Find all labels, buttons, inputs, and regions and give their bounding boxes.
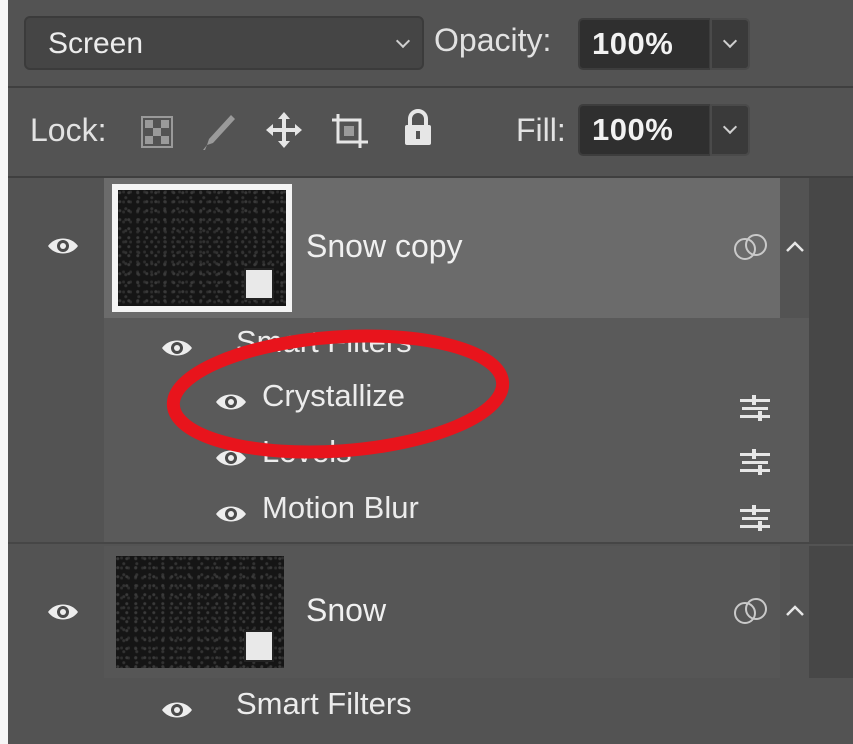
- divider: [8, 542, 853, 544]
- lock-image-pixels-icon[interactable]: [201, 112, 237, 152]
- chevron-down-icon: [395, 33, 411, 49]
- filter-motion-blur[interactable]: Motion Blur: [262, 490, 419, 526]
- layers-panel: Screen Opacity: 100% Lock: Fill: 100% Sn…: [8, 0, 853, 744]
- scrollbar[interactable]: [809, 546, 853, 678]
- chevron-down-icon: [722, 119, 738, 135]
- blend-mode-value: Screen: [48, 27, 144, 60]
- opacity-dropdown-button[interactable]: [710, 18, 750, 70]
- fill-dropdown-button[interactable]: [710, 104, 750, 156]
- collapse-chevron-icon[interactable]: [784, 238, 806, 254]
- visibility-eye-icon[interactable]: [214, 502, 248, 526]
- scrollbar[interactable]: [809, 178, 853, 542]
- layer-name[interactable]: Snow copy: [306, 228, 463, 265]
- lock-artboard-icon[interactable]: [330, 112, 370, 150]
- blend-mode-dropdown[interactable]: Screen: [24, 16, 424, 70]
- layer-name[interactable]: Snow: [306, 592, 386, 629]
- lock-position-icon[interactable]: [264, 110, 304, 150]
- fill-input[interactable]: 100%: [578, 104, 711, 156]
- opacity-value: 100%: [592, 26, 674, 61]
- visibility-eye-icon[interactable]: [46, 234, 80, 258]
- smart-filters-link-icon[interactable]: [732, 596, 770, 626]
- smart-filters-link-icon[interactable]: [732, 232, 770, 262]
- lock-transparent-pixels-icon[interactable]: [140, 115, 174, 149]
- divider: [8, 86, 853, 88]
- visibility-eye-icon[interactable]: [160, 698, 194, 722]
- smart-filters-label: Smart Filters: [236, 686, 412, 721]
- opacity-input[interactable]: 100%: [578, 18, 711, 70]
- filter-blending-options-icon[interactable]: [738, 448, 772, 478]
- lock-label: Lock:: [30, 112, 107, 148]
- collapse-chevron-icon[interactable]: [784, 602, 806, 618]
- filter-blending-options-icon[interactable]: [738, 504, 772, 534]
- filter-blending-options-icon[interactable]: [738, 394, 772, 424]
- smart-object-icon: [244, 630, 274, 662]
- fill-value: 100%: [592, 112, 674, 147]
- fill-label: Fill:: [516, 112, 566, 148]
- visibility-eye-icon[interactable]: [46, 600, 80, 624]
- opacity-label: Opacity:: [434, 22, 552, 58]
- smart-object-icon: [244, 268, 274, 300]
- chevron-down-icon: [722, 33, 738, 49]
- highlight-ellipse-annotation: [166, 329, 510, 459]
- lock-all-icon[interactable]: [402, 108, 434, 148]
